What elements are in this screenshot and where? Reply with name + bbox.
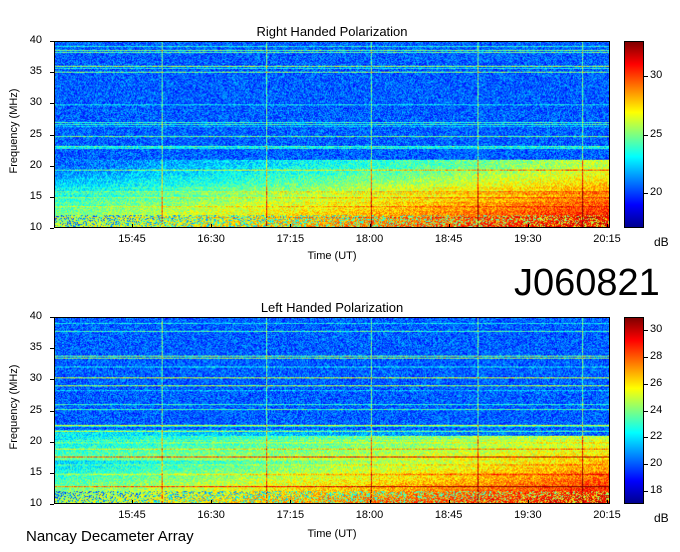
colorbar-tick-label: 20	[650, 185, 663, 198]
colorbar-tick-label: 26	[650, 376, 663, 389]
chart-title: Left Handed Polarization	[260, 300, 404, 315]
x-tick-mark	[369, 224, 371, 228]
spectrogram-canvas	[55, 318, 609, 503]
x-tick-label: 18:00	[355, 509, 384, 521]
colorbar	[624, 317, 644, 504]
x-tick-mark	[607, 500, 608, 504]
footer-label: Nancay Decameter Array	[26, 528, 194, 545]
spectrogram-plot	[54, 317, 610, 504]
spectrogram-plot	[54, 41, 610, 228]
x-tick-label: 18:00	[355, 233, 384, 245]
colorbar-tick-label: 30	[650, 323, 663, 336]
x-tick-label: 19:30	[514, 509, 542, 521]
colorbar-tick-mark	[644, 357, 648, 359]
y-tick-mark	[50, 228, 54, 229]
y-tick-label: 10	[29, 221, 42, 233]
x-tick-mark	[527, 224, 529, 228]
x-tick-label: 16:30	[197, 233, 225, 245]
colorbar-tick-mark	[644, 192, 648, 194]
y-tick-label: 30	[29, 372, 42, 385]
y-axis-label: Frequency (MHz)	[8, 364, 20, 450]
y-tick-label: 40	[29, 310, 42, 322]
colorbar-tick-label: 20	[650, 456, 663, 469]
y-axis-label: Frequency (MHz)	[8, 88, 20, 174]
colorbar-tick-mark	[644, 437, 648, 439]
x-tick-label: 19:30	[514, 233, 542, 245]
colorbar-tick-mark	[644, 490, 648, 492]
y-tick-label: 20	[29, 434, 42, 447]
chart-title: Right Handed Polarization	[256, 24, 408, 39]
x-tick-mark	[448, 224, 450, 228]
y-tick-mark	[50, 41, 54, 42]
y-tick-mark	[50, 134, 54, 136]
colorbar-tick-mark	[644, 76, 648, 78]
colorbar-unit: dB	[654, 235, 669, 249]
colorbar-tick-label: 24	[650, 403, 663, 416]
x-tick-mark	[369, 500, 371, 504]
x-tick-label: 16:30	[197, 509, 225, 521]
left-polarization-panel: Left Handed Polarization Frequency (MHz)…	[0, 296, 680, 552]
colorbar-tick-mark	[644, 383, 648, 385]
x-tick-mark	[211, 500, 213, 504]
y-tick-label: 35	[29, 65, 42, 78]
y-tick-mark	[50, 348, 54, 350]
y-tick-mark	[50, 165, 54, 167]
colorbar-tick-label: 22	[650, 430, 663, 443]
spectrogram-canvas	[55, 42, 609, 227]
x-tick-mark	[290, 500, 292, 504]
x-tick-mark	[290, 224, 292, 228]
y-tick-mark	[50, 504, 54, 505]
x-tick-label: 15:45	[118, 509, 146, 521]
x-tick-label: 17:15	[276, 509, 305, 521]
y-tick-mark	[50, 379, 54, 381]
y-tick-mark	[50, 410, 54, 412]
y-tick-mark	[50, 317, 54, 318]
y-tick-label: 15	[29, 465, 42, 478]
colorbar-tick-label: 18	[650, 483, 663, 496]
y-tick-label: 15	[29, 189, 42, 202]
x-tick-mark	[132, 224, 133, 228]
colorbar-tick-label: 25	[650, 127, 663, 140]
y-tick-mark	[50, 472, 54, 474]
y-tick-label: 30	[29, 96, 42, 109]
x-tick-label: 18:45	[434, 509, 463, 521]
y-tick-label: 25	[29, 403, 42, 416]
colorbar	[624, 41, 644, 228]
x-tick-mark	[132, 500, 133, 504]
x-tick-label: 17:15	[276, 233, 305, 245]
y-tick-label: 25	[29, 127, 42, 140]
colorbar-tick-mark	[644, 330, 648, 332]
y-tick-label: 10	[29, 497, 42, 509]
y-tick-label: 35	[29, 341, 42, 354]
x-tick-label: 20:15	[593, 233, 621, 245]
y-tick-label: 40	[29, 34, 42, 46]
colorbar-tick-mark	[644, 410, 648, 412]
y-tick-mark	[50, 103, 54, 105]
x-tick-mark	[448, 500, 450, 504]
colorbar-tick-label: 28	[650, 350, 663, 363]
x-tick-label: 18:45	[434, 233, 463, 245]
x-tick-mark	[607, 224, 608, 228]
x-axis-label: Time (UT)	[307, 250, 357, 262]
colorbar-tick-mark	[644, 463, 648, 465]
x-tick-label: 15:45	[118, 233, 146, 245]
colorbar-unit: dB	[654, 511, 669, 525]
y-tick-mark	[50, 441, 54, 443]
y-tick-mark	[50, 72, 54, 74]
x-tick-mark	[211, 224, 213, 228]
colorbar-tick-label: 30	[650, 69, 663, 82]
y-tick-mark	[50, 196, 54, 198]
right-polarization-panel: Right Handed Polarization Frequency (MHz…	[0, 0, 680, 270]
x-tick-label: 20:15	[593, 509, 621, 521]
colorbar-tick-mark	[644, 134, 648, 136]
x-tick-mark	[527, 500, 529, 504]
y-tick-label: 20	[29, 158, 42, 171]
